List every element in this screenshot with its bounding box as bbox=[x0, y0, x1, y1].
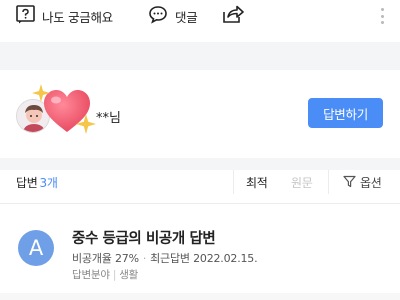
answers-header: 답변 3개 최적 원문 옵션 bbox=[0, 170, 400, 194]
user-name: **님 bbox=[96, 111, 121, 126]
sort-original-tab[interactable]: 원문 bbox=[291, 174, 313, 191]
comment-button[interactable]: 댓글 bbox=[148, 4, 198, 28]
post-action-bar: 나도 궁금해요 댓글 bbox=[0, 0, 400, 32]
recent-answer-date: 최근답변 2022.02.15. bbox=[150, 252, 258, 265]
share-icon bbox=[222, 4, 244, 28]
filter-icon bbox=[343, 173, 356, 192]
share-button[interactable] bbox=[222, 4, 244, 28]
curious-label: 나도 궁금해요 bbox=[42, 9, 113, 25]
write-answer-button[interactable]: 답변하기 bbox=[308, 98, 383, 128]
answer-meta: 비공개율 27% · 최근답변 2022.02.15. bbox=[72, 252, 258, 265]
options-label: 옵션 bbox=[360, 176, 382, 190]
answer-title[interactable]: 중수 등급의 비공개 답변 bbox=[72, 227, 216, 248]
user-avatar-group bbox=[14, 84, 104, 156]
answer-count: 답변 3개 bbox=[16, 174, 58, 191]
answer-count-value: 3개 bbox=[39, 176, 58, 190]
curious-button[interactable]: 나도 궁금해요 bbox=[16, 4, 113, 28]
sparkle-icon bbox=[32, 84, 50, 106]
answerer-avatar: A bbox=[18, 230, 54, 266]
answer-field-label: 답변분야 bbox=[72, 269, 110, 281]
answer-field-value: 생활 bbox=[119, 269, 139, 281]
private-rate: 비공개율 27% bbox=[72, 252, 139, 265]
answer-field: 답변분야 | 생활 bbox=[72, 269, 139, 281]
sparkle-icon bbox=[76, 114, 96, 138]
question-box-icon bbox=[16, 4, 35, 28]
answer-prompt: **님 답변하기 bbox=[0, 70, 400, 158]
more-options-icon[interactable] bbox=[376, 6, 388, 26]
divider bbox=[328, 170, 329, 194]
next-section-peek bbox=[0, 293, 400, 300]
sort-best-tab[interactable]: 최적 bbox=[246, 174, 268, 191]
options-button[interactable]: 옵션 bbox=[343, 173, 382, 192]
divider bbox=[0, 203, 400, 204]
answer-count-label: 답변 bbox=[16, 176, 38, 190]
speech-bubble-icon bbox=[148, 5, 168, 28]
answer-item[interactable]: A 중수 등급의 비공개 답변 비공개율 27% · 최근답변 2022.02.15… bbox=[0, 214, 400, 294]
divider bbox=[233, 170, 234, 194]
comment-label: 댓글 bbox=[175, 9, 198, 25]
section-gap bbox=[0, 42, 400, 70]
section-gap bbox=[0, 158, 400, 170]
